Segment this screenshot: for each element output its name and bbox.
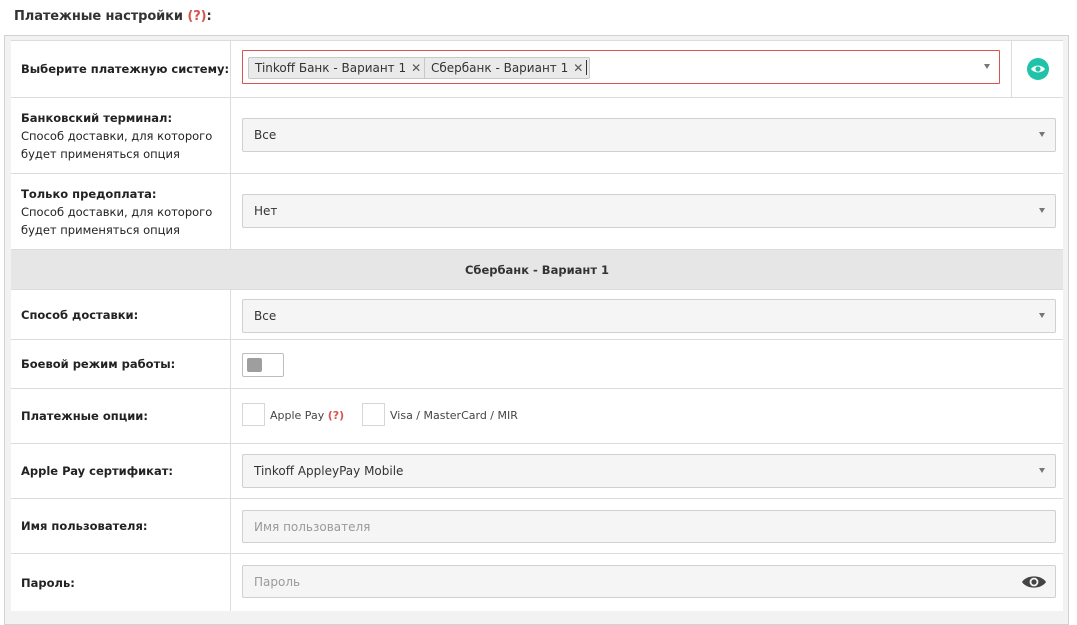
- section-header-sberbank: Сбербанк - Вариант 1: [11, 249, 1063, 289]
- row-delivery: Способ доставки: Все: [11, 289, 1063, 339]
- text-cursor: [586, 60, 587, 75]
- payment-system-label: Выберите платежную систему:: [11, 41, 231, 97]
- live-mode-toggle[interactable]: [242, 353, 284, 377]
- username-label-text: Имя пользователя:: [21, 519, 148, 533]
- visa-mastercard-mir-label: Visa / MasterCard / MIR: [390, 409, 518, 422]
- bank-terminal-hint: Способ доставки, для которого будет прим…: [21, 128, 213, 161]
- payment-options-label: Платежные опции:: [11, 389, 231, 443]
- payment-system-cell: Tinkoff Банк - Вариант 1 ✕ Сбербанк - Ва…: [232, 41, 1063, 97]
- username-placeholder: Имя пользователя: [254, 519, 371, 534]
- chevron-down-icon: [1039, 313, 1045, 318]
- help-link[interactable]: (?): [187, 9, 206, 24]
- row-payment-system: Выберите платежную систему: Tinkoff Банк…: [11, 40, 1063, 97]
- prepay-only-label: Только предоплата: Способ доставки, для …: [11, 174, 231, 249]
- apple-cert-label: Apple Pay сертификат:: [11, 444, 231, 498]
- username-input[interactable]: Имя пользователя: [242, 510, 1056, 543]
- apple-pay-checkbox[interactable]: [242, 403, 265, 426]
- username-cell: Имя пользователя: [232, 499, 1063, 553]
- username-label: Имя пользователя:: [11, 499, 231, 553]
- eye-toggle-button[interactable]: [1011, 41, 1063, 97]
- selected-tag-tinkoff: Tinkoff Банк - Вариант 1 ✕: [248, 57, 429, 79]
- prepay-only-hint: Способ доставки, для которого будет прим…: [21, 204, 213, 237]
- toggle-knob: [247, 358, 262, 372]
- settings-panel: Выберите платежную систему: Tinkoff Банк…: [4, 35, 1069, 625]
- eye-icon[interactable]: [1021, 574, 1047, 590]
- payment-system-multiselect[interactable]: Tinkoff Банк - Вариант 1 ✕ Сбербанк - Ва…: [242, 50, 1000, 84]
- chevron-down-icon[interactable]: [984, 64, 990, 69]
- prepay-only-select[interactable]: Нет: [242, 194, 1056, 228]
- prepay-only-cell: Нет: [232, 174, 1063, 249]
- select-value: Нет: [254, 204, 278, 218]
- payment-options-label-text: Платежные опции:: [21, 409, 148, 423]
- select-value: Все: [254, 309, 277, 323]
- select-value: Tinkoff AppleyPay Mobile: [254, 464, 404, 478]
- apple-pay-label: Apple Pay (?): [270, 409, 344, 422]
- page-title-text: Платежные настройки: [14, 9, 183, 24]
- apple-cert-label-text: Apple Pay сертификат:: [21, 464, 174, 478]
- page-title: Платежные настройки (?):: [14, 9, 212, 29]
- row-prepay-only: Только предоплата: Способ доставки, для …: [11, 173, 1063, 249]
- delivery-cell: Все: [232, 290, 1063, 339]
- chevron-down-icon: [1039, 468, 1045, 473]
- delivery-label-text: Способ доставки:: [21, 307, 139, 322]
- row-live-mode: Боевой режим работы:: [11, 339, 1063, 388]
- selected-tag-sberbank: Сбербанк - Вариант 1 ✕: [424, 57, 591, 79]
- chevron-down-icon: [1039, 208, 1045, 213]
- live-mode-label: Боевой режим работы:: [11, 340, 231, 388]
- tag-label: Сбербанк - Вариант 1: [431, 61, 569, 75]
- live-mode-cell: [232, 340, 1063, 388]
- prepay-only-label-text: Только предоплата:: [21, 186, 157, 201]
- title-colon: :: [206, 9, 212, 24]
- row-bank-terminal: Банковский терминал: Способ доставки, дл…: [11, 97, 1063, 173]
- apple-cert-cell: Tinkoff AppleyPay Mobile: [232, 444, 1063, 498]
- eye-icon[interactable]: [1025, 56, 1051, 82]
- bank-terminal-label: Банковский терминал: Способ доставки, дл…: [11, 98, 231, 173]
- visa-mastercard-mir-checkbox[interactable]: [362, 403, 385, 426]
- password-placeholder: Пароль: [254, 574, 301, 589]
- tag-label: Tinkoff Банк - Вариант 1: [255, 61, 407, 75]
- password-cell: Пароль: [232, 554, 1063, 611]
- live-mode-label-text: Боевой режим работы:: [21, 357, 176, 371]
- password-input[interactable]: Пароль: [242, 565, 1056, 598]
- close-icon[interactable]: ✕: [411, 61, 421, 75]
- row-payment-options: Платежные опции: Apple Pay (?) Visa / Ma…: [11, 388, 1063, 443]
- password-label-text: Пароль:: [21, 575, 75, 590]
- apple-pay-help-link[interactable]: (?): [328, 409, 344, 422]
- bank-terminal-select[interactable]: Все: [242, 118, 1056, 152]
- delivery-select[interactable]: Все: [242, 299, 1056, 333]
- bank-terminal-cell: Все: [232, 98, 1063, 173]
- section-title: Сбербанк - Вариант 1: [464, 262, 609, 277]
- payment-system-label-text: Выберите платежную систему:: [21, 62, 230, 76]
- apple-cert-select[interactable]: Tinkoff AppleyPay Mobile: [242, 454, 1056, 488]
- bank-terminal-label-text: Банковский терминал:: [21, 110, 173, 125]
- row-password: Пароль: Пароль: [11, 553, 1063, 611]
- apple-pay-label-text: Apple Pay: [270, 409, 325, 422]
- payment-options-cell: Apple Pay (?) Visa / MasterCard / MIR: [232, 389, 1063, 443]
- close-icon[interactable]: ✕: [573, 61, 583, 75]
- row-username: Имя пользователя: Имя пользователя: [11, 498, 1063, 553]
- row-apple-cert: Apple Pay сертификат: Tinkoff AppleyPay …: [11, 443, 1063, 498]
- select-value: Все: [254, 128, 277, 142]
- delivery-label: Способ доставки:: [11, 290, 231, 339]
- password-label: Пароль:: [11, 554, 231, 611]
- chevron-down-icon: [1039, 132, 1045, 137]
